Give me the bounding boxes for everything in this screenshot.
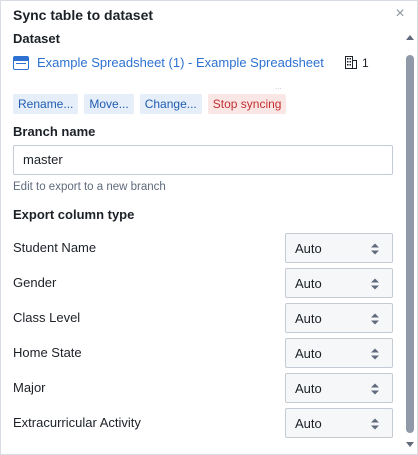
column-type-select[interactable]: Auto <box>285 408 393 438</box>
branch-label: Branch name <box>13 124 96 139</box>
dataset-row: Example Spreadsheet (1) - Example Spread… <box>13 53 393 73</box>
column-type-value: Auto <box>295 241 322 256</box>
column-type-value: Auto <box>295 311 322 326</box>
column-type-value: Auto <box>295 276 322 291</box>
change-button[interactable]: Change... <box>139 94 202 114</box>
scroll-down-arrow-icon[interactable] <box>406 442 414 447</box>
double-caret-icon <box>371 348 379 360</box>
table-icon <box>13 56 29 70</box>
column-type-select[interactable]: Auto <box>285 268 393 298</box>
dataset-label: Dataset <box>13 31 60 46</box>
scrollbar-thumb[interactable] <box>406 55 414 433</box>
dialog-title: Sync table to dataset <box>13 7 154 23</box>
column-row: Major Auto <box>13 373 393 403</box>
move-button[interactable]: Move... <box>84 94 134 114</box>
branch-name-input[interactable]: master <box>13 145 393 175</box>
column-row: Class Level Auto <box>13 303 393 333</box>
export-column-type-label: Export column type <box>13 207 135 222</box>
column-row: Gender Auto <box>13 268 393 298</box>
dialog-body: Dataset Example Spreadsheet (1) - Exampl… <box>1 31 403 451</box>
double-caret-icon <box>371 243 379 255</box>
dataset-count: 1 <box>362 56 369 70</box>
column-name: Home State <box>13 345 82 360</box>
sync-dialog: Sync table to dataset × Dataset Example … <box>0 0 418 455</box>
column-type-select[interactable]: Auto <box>285 303 393 333</box>
column-name: Extracurricular Activity <box>13 415 141 430</box>
branch-helper-text: Edit to export to a new branch <box>13 181 166 193</box>
column-type-select[interactable]: Auto <box>285 233 393 263</box>
faint-mark: ... <box>275 82 282 91</box>
column-name: Gender <box>13 275 57 290</box>
double-caret-icon <box>371 278 379 290</box>
column-name: Student Name <box>13 240 97 255</box>
stop-syncing-button[interactable]: Stop syncing <box>207 94 287 114</box>
double-caret-icon <box>371 313 379 325</box>
scroll-up-arrow-icon[interactable] <box>406 35 414 40</box>
vertical-scrollbar[interactable] <box>404 31 416 451</box>
column-type-select[interactable]: Auto <box>285 338 393 368</box>
column-row: Student Name Auto <box>13 233 393 263</box>
close-icon[interactable]: × <box>393 6 407 22</box>
column-type-value: Auto <box>295 381 322 396</box>
dataset-actions: Rename... Move... Change... Stop syncing <box>13 94 287 114</box>
column-name: Major <box>13 380 46 395</box>
dialog-header: Sync table to dataset × <box>1 1 417 31</box>
rename-button[interactable]: Rename... <box>13 94 79 114</box>
column-name: Class Level <box>13 310 81 325</box>
column-type-value: Auto <box>295 346 322 361</box>
column-row: Home State Auto <box>13 338 393 368</box>
column-type-value: Auto <box>295 416 322 431</box>
dataset-link[interactable]: Example Spreadsheet (1) - Example Spread… <box>37 55 324 70</box>
column-type-select[interactable]: Auto <box>285 373 393 403</box>
double-caret-icon <box>371 383 379 395</box>
double-caret-icon <box>371 418 379 430</box>
column-row: Extracurricular Activity Auto <box>13 408 393 438</box>
building-icon <box>345 56 357 69</box>
